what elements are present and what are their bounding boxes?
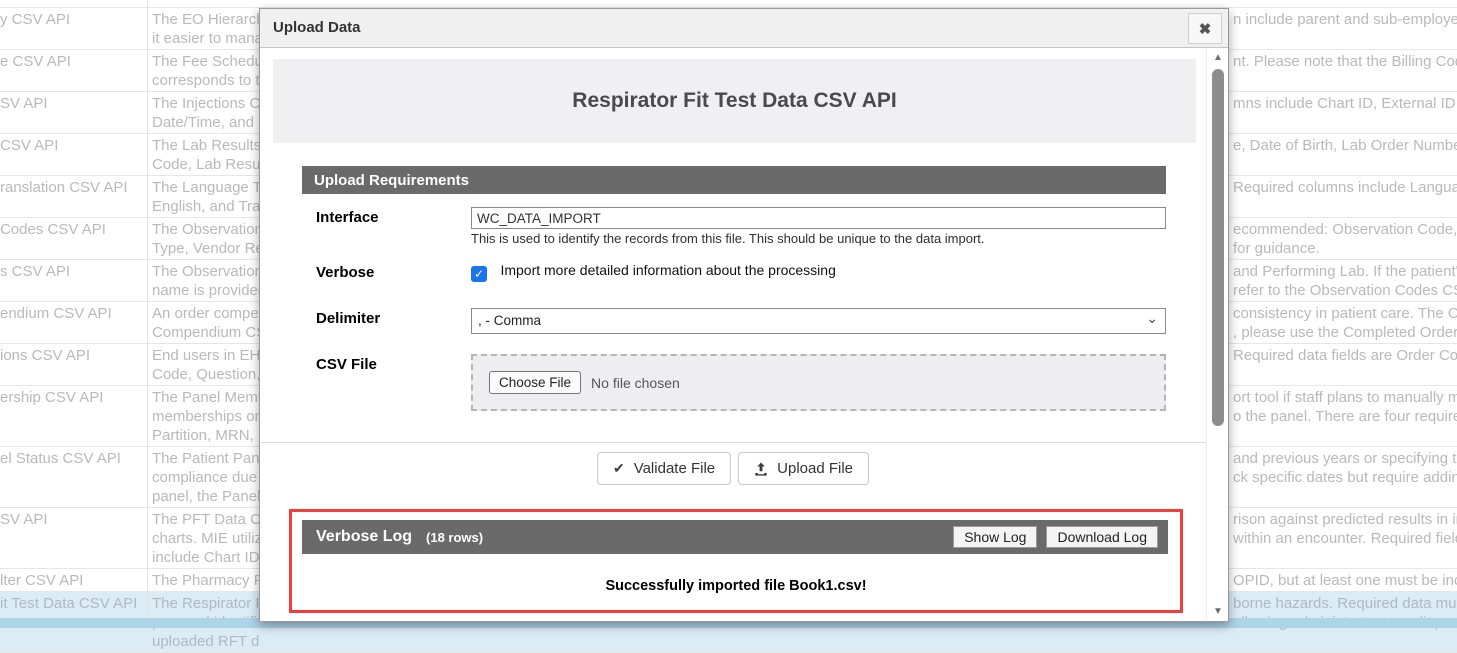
- api-details-cell: nt. Please note that the Billing Cod: [1233, 52, 1457, 71]
- api-description-cell: The ObservationType, Vendor Re: [152, 220, 259, 258]
- api-name-cell: SV API: [0, 510, 145, 529]
- heading-panel: Respirator Fit Test Data CSV API: [273, 59, 1196, 143]
- api-details-cell: ort tool if staff plans to manually mao …: [1233, 388, 1457, 426]
- api-name-cell: lter CSV API: [0, 571, 145, 590]
- show-log-button[interactable]: Show Log: [953, 526, 1037, 548]
- api-details-cell: Required data fields are Order Code: [1233, 346, 1457, 365]
- api-details-cell: ecommended: Observation Code, Cfor guida…: [1233, 220, 1457, 258]
- chevron-down-icon: ⌄: [1146, 306, 1158, 330]
- api-description-cell: The Pharmacy F: [152, 571, 259, 590]
- download-log-button[interactable]: Download Log: [1046, 526, 1158, 548]
- verbose-log-header: Verbose Log (18 rows) Show Log Download …: [302, 520, 1168, 554]
- verbose-log-highlight-box: Verbose Log (18 rows) Show Log Download …: [289, 509, 1183, 613]
- modal-titlebar: Upload Data ✖: [260, 9, 1228, 48]
- api-name-cell: ership CSV API: [0, 388, 145, 407]
- page-title: Respirator Fit Test Data CSV API: [572, 89, 896, 113]
- api-description-cell: The Language TEnglish, and Tra: [152, 178, 259, 216]
- api-name-cell: y CSV API: [0, 10, 145, 29]
- upload-file-button[interactable]: Upload File: [738, 452, 869, 485]
- api-details-cell: rison against predicted results in inwit…: [1233, 510, 1457, 548]
- api-details-cell: e, Date of Birth, Lab Order Number,: [1233, 136, 1457, 155]
- action-buttons-row: ✔ Validate File Upload File: [260, 452, 1206, 485]
- upload-icon: [754, 462, 768, 476]
- api-name-cell: el Status CSV API: [0, 449, 145, 468]
- api-description-cell: The Panel Membmemberships onPartition, M…: [152, 388, 259, 445]
- csv-file-row: CSV File Choose File No file chosen: [260, 354, 1206, 411]
- api-description-cell: The PFT Data Ccharts. MIE utilizinclude …: [152, 510, 259, 567]
- close-button[interactable]: ✖: [1188, 13, 1222, 44]
- log-row-count: (18 rows): [426, 530, 483, 545]
- api-name-cell: it Test Data CSV API: [0, 594, 145, 613]
- api-description-cell: The Patient Pancompliance duepanel, the …: [152, 449, 259, 506]
- verbose-row: Verbose ✓ Import more detailed informati…: [260, 262, 1206, 282]
- no-file-chosen-text: No file chosen: [591, 375, 680, 391]
- api-name-cell: CSV API: [0, 136, 145, 155]
- scroll-down-icon[interactable]: ▼: [1207, 606, 1229, 617]
- modal-scrollbar[interactable]: ▲ ▼: [1206, 48, 1228, 621]
- interface-row: Interface This is used to identify the r…: [260, 207, 1206, 246]
- api-name-cell: e CSV API: [0, 52, 145, 71]
- close-icon: ✖: [1199, 20, 1212, 38]
- modal-content: Respirator Fit Test Data CSV API Upload …: [260, 48, 1206, 621]
- interface-help-text: This is used to identify the records fro…: [471, 231, 1166, 246]
- verbose-log-title: Verbose Log: [316, 528, 412, 546]
- csv-file-label: CSV File: [316, 354, 471, 411]
- upload-requirements-header: Upload Requirements: [302, 166, 1166, 194]
- section-title: Upload Requirements: [314, 172, 469, 189]
- api-name-cell: s CSV API: [0, 262, 145, 281]
- api-description-cell: The Injections CDate/Time, and: [152, 94, 259, 132]
- api-description-cell: The EO Hierarchit easier to mana: [152, 10, 259, 48]
- upload-file-label: Upload File: [777, 460, 853, 477]
- validate-file-label: Validate File: [634, 460, 715, 477]
- delimiter-row: Delimiter , - Comma ⌄: [260, 308, 1206, 334]
- checkbox-check-icon: ✓: [474, 267, 484, 281]
- api-description-cell: The Fee Scheducorresponds to t: [152, 52, 259, 90]
- api-name-cell: endium CSV API: [0, 304, 145, 323]
- modal-body: Respirator Fit Test Data CSV API Upload …: [260, 48, 1228, 621]
- scroll-up-icon[interactable]: ▲: [1207, 52, 1229, 63]
- table-column-divider: [147, 0, 148, 618]
- check-icon: ✔: [613, 460, 625, 477]
- api-description-cell: End users in EHCode, Question,: [152, 346, 259, 384]
- delimiter-select[interactable]: , - Comma ⌄: [471, 308, 1166, 334]
- api-description-cell: An order compeCompendium CS: [152, 304, 259, 342]
- import-success-message: Successfully imported file Book1.csv!: [292, 578, 1180, 594]
- delimiter-selected-value: , - Comma: [478, 313, 541, 328]
- choose-file-button[interactable]: Choose File: [489, 371, 581, 394]
- api-description-cell: The Lab ResultsCode, Lab Resu: [152, 136, 259, 174]
- api-details-cell: n include parent and sub-employer: [1233, 10, 1457, 29]
- file-drop-zone[interactable]: Choose File No file chosen: [471, 354, 1166, 411]
- api-name-cell: ions CSV API: [0, 346, 145, 365]
- validate-file-button[interactable]: ✔ Validate File: [597, 452, 731, 485]
- interface-label: Interface: [316, 207, 471, 246]
- table-partial-row: [0, 0, 1457, 8]
- api-details-cell: consistency in patient care. The Or, ple…: [1233, 304, 1457, 342]
- modal-title: Upload Data: [273, 19, 361, 36]
- api-details-cell: OPID, but at least one must be inclu: [1233, 571, 1457, 590]
- api-details-cell: mns include Chart ID, External ID, T: [1233, 94, 1457, 113]
- verbose-checkbox[interactable]: ✓: [471, 266, 487, 282]
- api-name-cell: SV API: [0, 94, 145, 113]
- upload-data-modal: Upload Data ✖ Respirator Fit Test Data C…: [259, 8, 1229, 622]
- api-details-cell: and Performing Lab. If the patient'srefe…: [1233, 262, 1457, 300]
- api-details-cell: Required columns include Language: [1233, 178, 1457, 197]
- api-details-cell: and previous years or specifying thck sp…: [1233, 449, 1457, 487]
- api-description-cell: The Observationname is provided: [152, 262, 259, 300]
- delimiter-label: Delimiter: [316, 308, 471, 334]
- verbose-description: Import more detailed information about t…: [500, 262, 835, 278]
- scrollbar-thumb[interactable]: [1212, 69, 1224, 426]
- api-name-cell: Codes CSV API: [0, 220, 145, 239]
- api-name-cell: ranslation CSV API: [0, 178, 145, 197]
- interface-input[interactable]: [471, 207, 1166, 229]
- section-divider: [260, 442, 1206, 443]
- verbose-label: Verbose: [316, 262, 471, 282]
